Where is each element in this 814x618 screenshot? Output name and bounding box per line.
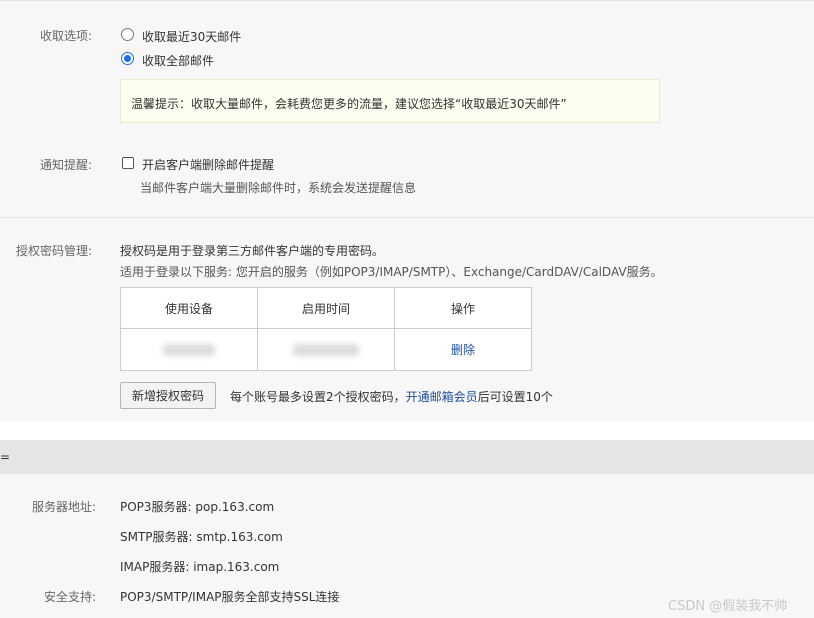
table-header-row: 使用设备 启用时间 操作 [120,287,532,329]
auth-limit-text: 每个账号最多设置2个授权密码，开通邮箱会员后可设置10个 [230,388,553,405]
server-section-header: = [0,440,814,474]
vip-link[interactable]: 开通邮箱会员 [406,390,478,404]
security-support: POP3/SMTP/IMAP服务全部支持SSL连接 [120,590,340,604]
auth-limit-suffix: 后可设置10个 [477,390,553,404]
watermark: CSDN @假装我不帅 [668,599,788,614]
tip-box: 温馨提示：收取大量邮件，会耗费您更多的流量，建议您选择“收取最近30天邮件” [120,79,660,123]
radio-all-mail-label[interactable]: 收取全部邮件 [142,52,214,69]
auth-limit-prefix: 每个账号最多设置2个授权密码， [230,390,406,404]
imap-server: IMAP服务器: imap.163.com [120,560,280,574]
section-spacer [0,421,814,440]
device-cell [120,328,258,371]
tip-text: 温馨提示：收取大量邮件，会耗费您更多的流量，建议您选择“收取最近30天邮件” [131,97,567,111]
delete-reminder-label[interactable]: 开启客户端删除邮件提醒 [142,156,274,173]
delete-link[interactable]: 删除 [451,343,475,357]
section-header-title: = [0,450,11,464]
auth-password-table: 使用设备 启用时间 操作 删除 [120,287,532,371]
header-device: 使用设备 [120,287,258,329]
delete-reminder-description: 当邮件客户端大量删除邮件时，系统会发送提醒信息 [140,181,417,195]
receive-options-label: 收取选项: [39,29,92,43]
smtp-server: SMTP服务器: smtp.163.com [120,530,283,544]
pop3-server: POP3服务器: pop.163.com [120,500,275,514]
action-cell: 删除 [394,328,532,371]
auth-description: 授权码是用于登录第三方邮件客户端的专用密码。 [120,244,385,258]
header-enabled-time: 启用时间 [257,287,395,329]
top-divider [0,0,814,1]
radio-recent-30-days-label[interactable]: 收取最近30天邮件 [142,28,241,45]
server-address-label: 服务器地址: [31,500,96,514]
section-divider [0,217,814,218]
time-cell [257,328,395,371]
redacted-time [293,344,359,356]
add-auth-password-button[interactable]: 新增授权密码 [120,382,216,409]
table-row: 删除 [120,328,532,371]
redacted-device [163,344,215,356]
security-label: 安全支持: [43,590,96,604]
header-action: 操作 [394,287,532,329]
auth-password-label: 授权密码管理: [15,244,92,258]
notify-label: 通知提醒: [39,158,92,172]
radio-all-mail[interactable] [121,52,134,65]
radio-recent-30-days[interactable] [121,28,134,41]
auth-services: 适用于登录以下服务: 您开启的服务（例如POP3/IMAP/SMTP）、Exch… [120,265,663,279]
delete-reminder-checkbox[interactable] [122,157,134,169]
